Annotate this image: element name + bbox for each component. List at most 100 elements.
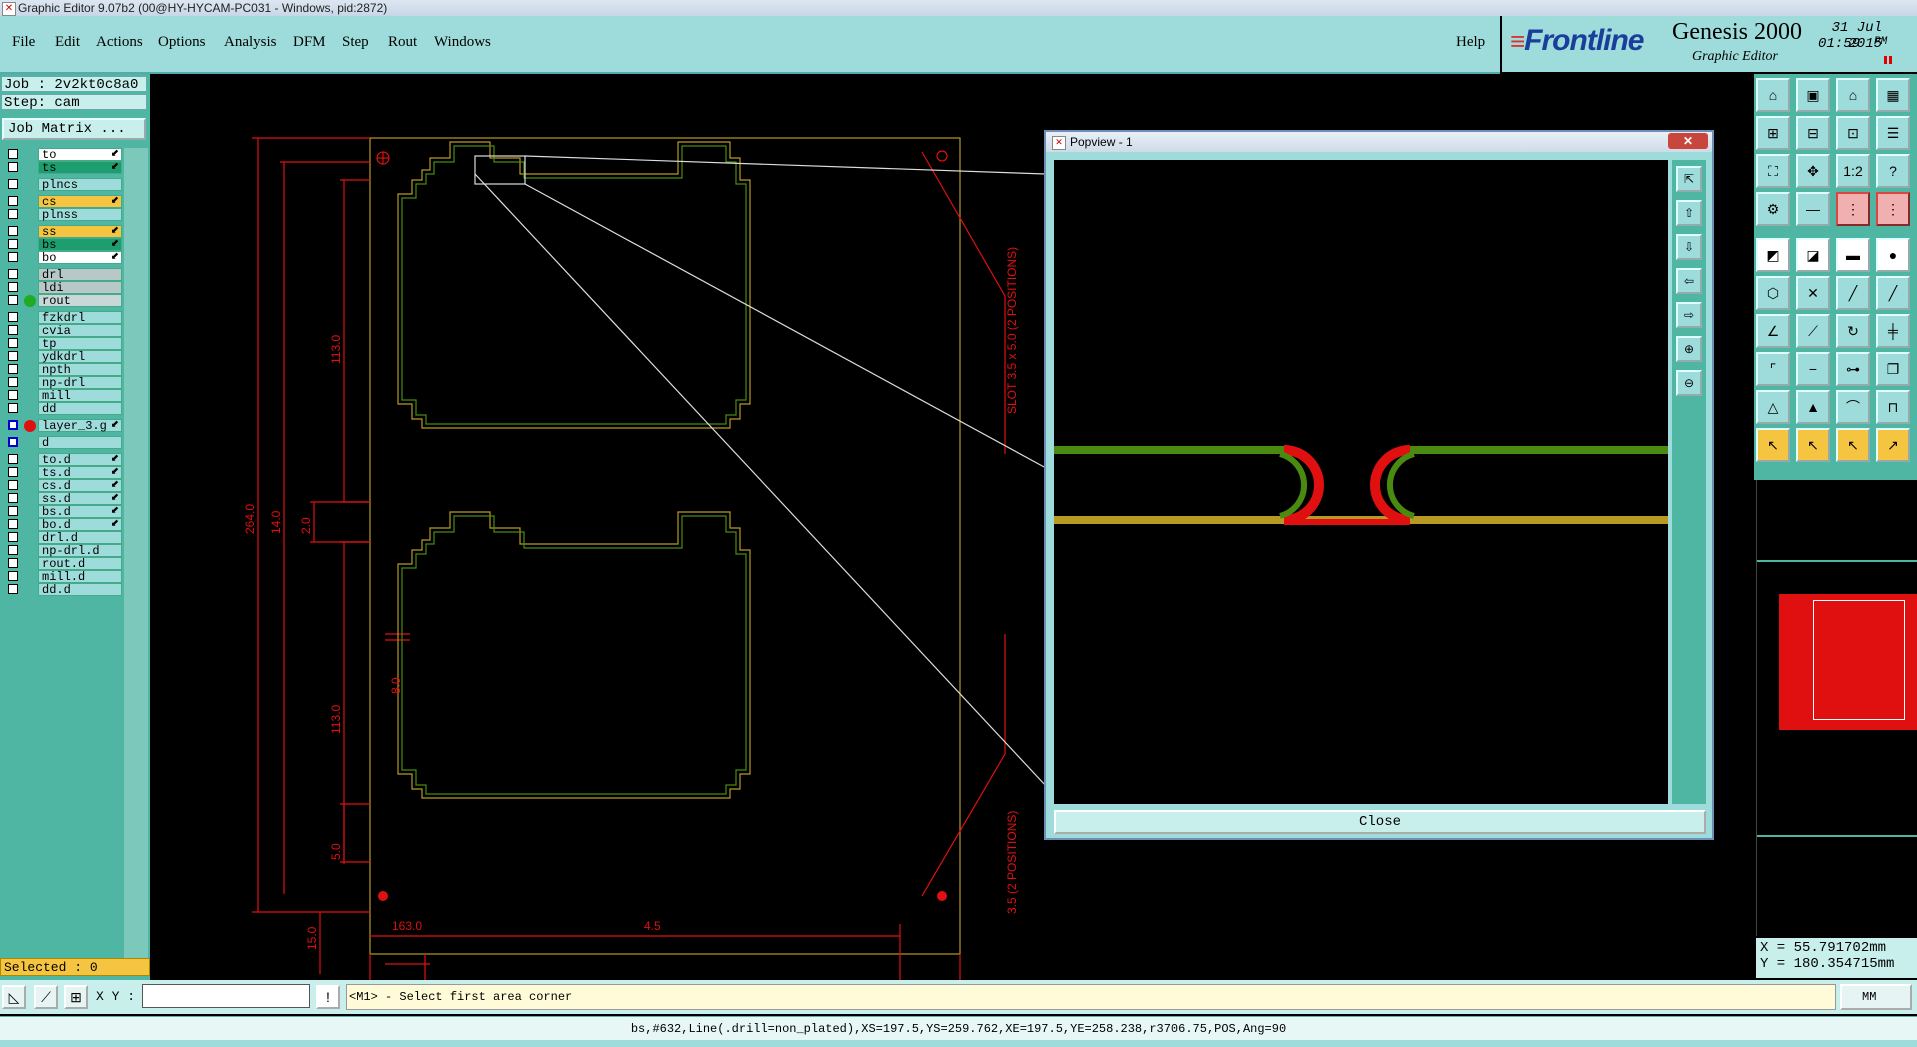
layer-row[interactable]: to.d ⬋ (2, 453, 122, 467)
layer-row[interactable]: cs.d ⬋ (2, 479, 122, 493)
layer-row[interactable]: bs.d ⬋ (2, 505, 122, 519)
snap-icon[interactable]: ⚙ (1756, 192, 1790, 226)
xy-input[interactable] (142, 984, 310, 1008)
popview-close-icon[interactable]: ✕ (1668, 133, 1708, 149)
layer-row[interactable]: bo.d ⬋ (2, 518, 122, 532)
menu-help[interactable]: Help (1456, 34, 1485, 51)
menu-options[interactable]: Options (158, 34, 206, 51)
select-area-icon[interactable]: ◺ (2, 985, 26, 1009)
menu-dfm[interactable]: DFM (293, 34, 326, 51)
layer-checkbox[interactable] (8, 571, 18, 581)
layer-checkbox[interactable] (8, 403, 18, 413)
layer-row[interactable]: plnss (2, 208, 122, 222)
corner-icon[interactable]: ⌜ (1756, 352, 1790, 386)
layer-row[interactable]: to ⬋ (2, 148, 122, 162)
overview-viewport[interactable] (1813, 600, 1905, 720)
zoom-in-icon[interactable]: ⊞ (1756, 116, 1790, 150)
layer-row[interactable]: cvia (2, 324, 122, 338)
angle-icon[interactable]: ∠ (1756, 314, 1790, 348)
layer-row[interactable]: d (2, 436, 122, 450)
layer-checkbox[interactable] (8, 480, 18, 490)
cross-icon[interactable]: ✕ (1796, 276, 1830, 310)
layer-checkbox[interactable] (8, 506, 18, 516)
layer-checkbox[interactable] (8, 196, 18, 206)
arch-icon[interactable]: ⌒ (1836, 390, 1870, 424)
pointer-net-icon[interactable]: ↗ (1876, 428, 1910, 462)
layer-row[interactable]: drl (2, 268, 122, 282)
layer-row[interactable]: drl.d (2, 531, 122, 545)
grid-snap-icon[interactable]: ⊞ (64, 985, 88, 1009)
layer-checkbox[interactable] (8, 269, 18, 279)
pointer-alt-icon[interactable]: ↖ (1796, 428, 1830, 462)
layer-checkbox[interactable] (8, 162, 18, 172)
zoom-out-icon[interactable]: ⊟ (1796, 116, 1830, 150)
overview-map[interactable] (1756, 480, 1917, 936)
layer-row[interactable]: mill (2, 389, 122, 403)
zoom-window-icon[interactable]: ⊡ (1836, 116, 1870, 150)
layer-row[interactable]: ss ⬋ (2, 225, 122, 239)
save-icon[interactable]: ▣ (1796, 78, 1830, 112)
layer-checkbox[interactable] (8, 545, 18, 555)
popview-zoom-out-icon[interactable]: ⊖ (1676, 370, 1702, 396)
layer-row[interactable]: npth (2, 363, 122, 377)
popview-tool-button[interactable]: ⇧ (1676, 200, 1702, 226)
diagonal-icon[interactable]: ⟋ (1796, 314, 1830, 348)
scale-icon[interactable]: 1:2 (1836, 154, 1870, 188)
layer-row[interactable]: cs ⬋ (2, 195, 122, 209)
popview-title-bar[interactable]: ✕ Popview - 1 ✕ (1046, 132, 1712, 152)
layer-checkbox[interactable] (8, 558, 18, 568)
layer-checkbox[interactable] (8, 295, 18, 305)
list-icon[interactable]: ☰ (1876, 116, 1910, 150)
layer-checkbox[interactable] (8, 351, 18, 361)
layer-row[interactable]: dd (2, 402, 122, 416)
layer-checkbox[interactable] (8, 390, 18, 400)
layer-row[interactable]: np-drl (2, 376, 122, 390)
layer-row[interactable]: rout.d (2, 557, 122, 571)
area-select-icon[interactable]: ◪ (1796, 238, 1830, 272)
layer-checkbox[interactable] (8, 493, 18, 503)
filter-alt-icon[interactable]: ⋮ (1876, 192, 1910, 226)
layer-checkbox[interactable] (8, 519, 18, 529)
layer-checkbox[interactable] (8, 209, 18, 219)
pan-icon[interactable]: ✥ (1796, 154, 1830, 188)
layer-checkbox[interactable] (8, 454, 18, 464)
layer-row[interactable]: tp (2, 337, 122, 351)
popview-canvas[interactable] (1054, 160, 1668, 804)
net-icon[interactable]: ⬡ (1756, 276, 1790, 310)
bracket-icon[interactable]: ⊓ (1876, 390, 1910, 424)
line-icon[interactable]: ╱ (1836, 276, 1870, 310)
layer-row[interactable]: layer_3.g ⬋ (2, 419, 122, 433)
menu-step[interactable]: Step (342, 34, 369, 51)
select-icon[interactable]: ◩ (1756, 238, 1790, 272)
menu-file[interactable]: File (12, 34, 35, 51)
layer-row[interactable]: mill.d (2, 570, 122, 584)
layer-row[interactable]: ss.d ⬋ (2, 492, 122, 506)
dash-icon[interactable]: − (1796, 352, 1830, 386)
layer-checkbox[interactable] (8, 239, 18, 249)
layer-checkbox[interactable] (8, 584, 18, 594)
layer-row[interactable]: rout (2, 294, 122, 308)
popview-tool-button[interactable]: ⇱ (1676, 166, 1702, 192)
popview-tool-button[interactable]: ⇦ (1676, 268, 1702, 294)
triangle-alt-icon[interactable]: ▲ (1796, 390, 1830, 424)
layer-checkbox[interactable] (8, 226, 18, 236)
arc-icon[interactable]: ↻ (1836, 314, 1870, 348)
layer-row[interactable]: ts ⬋ (2, 161, 122, 175)
split-icon[interactable]: ╪ (1876, 314, 1910, 348)
layer-row[interactable]: ldi (2, 281, 122, 295)
info-icon[interactable]: ! (316, 985, 340, 1009)
ruler-icon[interactable]: ▬ (1836, 238, 1870, 272)
layer-row[interactable]: ydkdrl (2, 350, 122, 364)
job-matrix-button[interactable]: Job Matrix ... (2, 118, 146, 140)
menu-actions[interactable]: Actions (96, 34, 143, 51)
triangle-icon[interactable]: △ (1756, 390, 1790, 424)
line-alt-icon[interactable]: ╱ (1876, 276, 1910, 310)
layer-row[interactable]: bo ⬋ (2, 251, 122, 265)
help-icon[interactable]: ? (1876, 154, 1910, 188)
layer-checkbox[interactable] (8, 312, 18, 322)
filter-icon[interactable]: ⋮ (1836, 192, 1870, 226)
layer-list-scrollbar[interactable] (124, 148, 148, 958)
layer-checkbox[interactable] (8, 467, 18, 477)
menu-edit[interactable]: Edit (55, 34, 80, 51)
connect-icon[interactable]: ⊶ (1836, 352, 1870, 386)
